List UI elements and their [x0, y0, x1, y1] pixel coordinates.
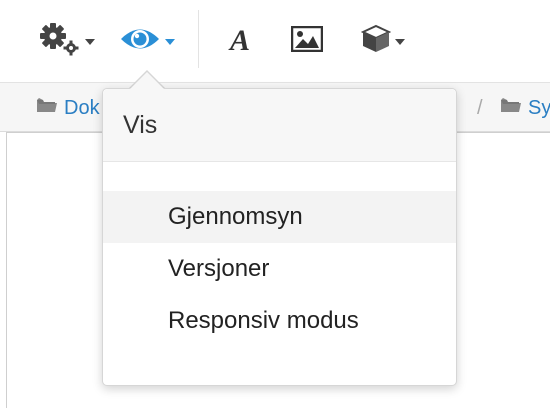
- folder-icon: [500, 97, 528, 120]
- menu-item-responsive-mode[interactable]: Responsiv modus: [103, 295, 456, 347]
- text-style-button[interactable]: A: [218, 18, 262, 64]
- folder-icon: [36, 97, 64, 120]
- chevron-down-icon: [165, 39, 175, 45]
- gears-icon: [37, 21, 81, 62]
- cube-icon: [360, 24, 392, 59]
- image-icon: [290, 25, 324, 57]
- dropdown-list: Gjennomsyn Versjoner Responsiv modus: [103, 162, 456, 347]
- breadcrumb-separator: /: [477, 97, 483, 119]
- breadcrumb-item-current[interactable]: Sy: [500, 97, 550, 120]
- dropdown-header: Vis: [103, 89, 456, 162]
- chevron-down-icon: [85, 39, 95, 45]
- app-window: A Dok / Sy Vis Gjennomsyn Versjoner Resp…: [0, 0, 550, 408]
- chevron-down-icon: [395, 39, 405, 45]
- toolbar: A: [0, 0, 550, 83]
- settings-menu-button[interactable]: [30, 18, 102, 64]
- insert-image-button[interactable]: [284, 18, 330, 64]
- insert-block-button[interactable]: [352, 18, 414, 64]
- breadcrumb-label: Dok: [64, 97, 100, 119]
- breadcrumb-item-documents[interactable]: Dok: [36, 97, 100, 120]
- menu-item-versions[interactable]: Versjoner: [103, 243, 456, 295]
- menu-item-preview[interactable]: Gjennomsyn: [103, 191, 456, 243]
- text-icon: A: [229, 24, 250, 57]
- view-dropdown-menu: Vis Gjennomsyn Versjoner Responsiv modus: [102, 88, 457, 386]
- toolbar-divider: [198, 10, 199, 68]
- eye-icon: [119, 26, 161, 57]
- dropdown-pointer-fill: [129, 72, 165, 90]
- view-menu-button[interactable]: [112, 18, 182, 64]
- breadcrumb-label: Sy: [528, 97, 550, 119]
